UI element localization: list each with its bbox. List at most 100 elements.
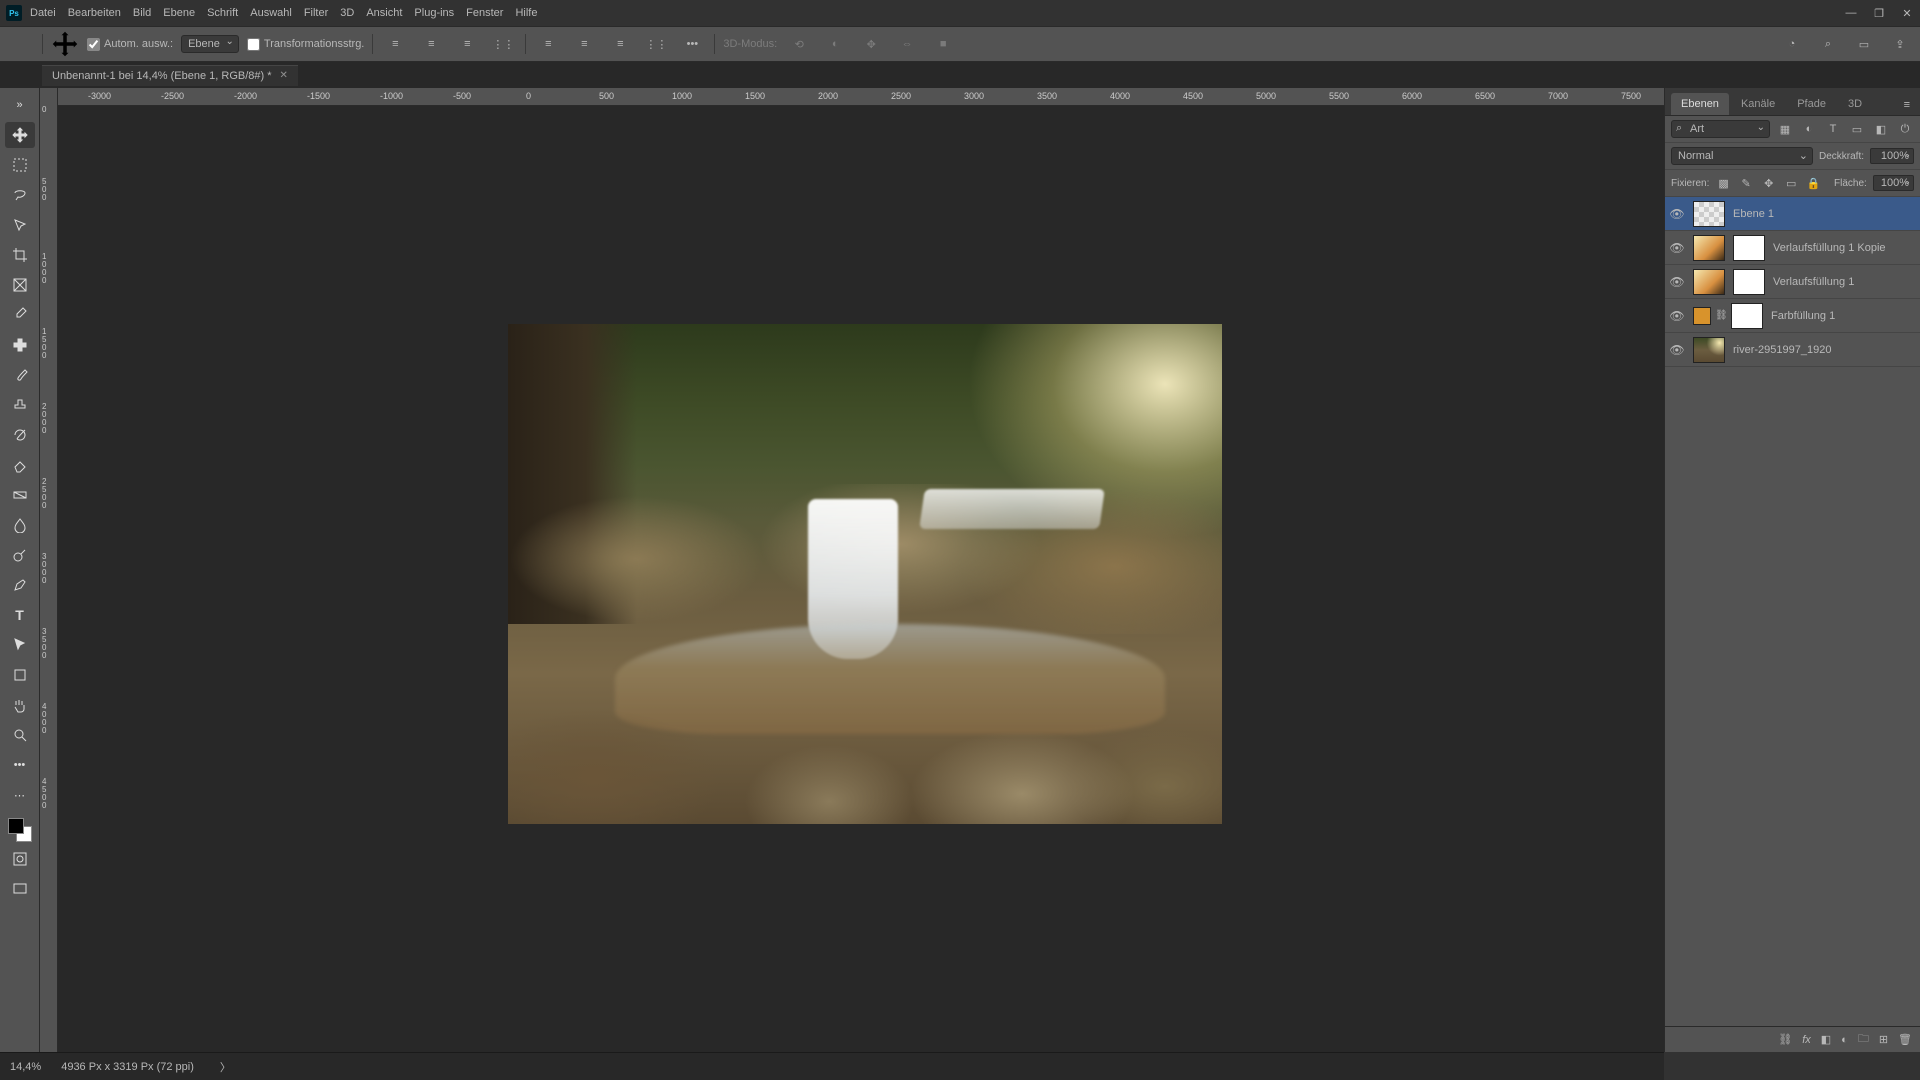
layer-mask-icon[interactable]: ◧ [1821, 1033, 1831, 1046]
layer-style-icon[interactable]: fx [1802, 1034, 1811, 1046]
layer-thumbnail[interactable] [1693, 269, 1725, 295]
vertical-ruler[interactable]: 050010001500200025003000350040004500 [40, 88, 58, 1052]
lock-artboard-icon[interactable]: ▭ [1783, 174, 1800, 192]
align-bottom-icon[interactable]: ≡ [606, 30, 634, 58]
zoom-tool[interactable] [5, 722, 35, 748]
menu-bearbeiten[interactable]: Bearbeiten [68, 7, 121, 19]
adjustment-layer-icon[interactable]: ◐ [1841, 1034, 1848, 1046]
transform-controls-checkbox[interactable]: Transformationsstrg. [247, 38, 364, 51]
layer-thumbnail[interactable] [1693, 235, 1725, 261]
filter-toggle-icon[interactable]: ⏻ [1896, 120, 1914, 138]
crop-tool[interactable] [5, 242, 35, 268]
layer-row[interactable]: 👁⛓Farbfüllung 1 [1665, 299, 1920, 333]
blur-tool[interactable] [5, 512, 35, 538]
menu-filter[interactable]: Filter [304, 7, 328, 19]
layer-thumbnail[interactable] [1693, 337, 1725, 363]
gradient-tool[interactable] [5, 482, 35, 508]
filter-type-icon[interactable]: T [1824, 120, 1842, 138]
fill-input[interactable]: 100% [1873, 175, 1914, 191]
workspace-icon[interactable]: ▭ [1850, 30, 1878, 58]
auto-select-checkbox[interactable]: Autom. ausw.: [87, 38, 173, 51]
lock-all-icon[interactable]: 🔒 [1805, 174, 1822, 192]
layer-mask-thumbnail[interactable] [1733, 269, 1765, 295]
document-info[interactable]: 4936 Px x 3319 Px (72 ppi) [61, 1061, 194, 1073]
edit-toolbar-icon[interactable]: ⋯ [5, 782, 35, 808]
share-icon[interactable]: ⇪ [1886, 30, 1914, 58]
menu-datei[interactable]: Datei [30, 7, 56, 19]
zoom-level[interactable]: 14,4% [10, 1061, 41, 1073]
lock-transparent-icon[interactable]: ▩ [1715, 174, 1732, 192]
home-button[interactable] [6, 30, 34, 58]
delete-layer-icon[interactable]: 🗑 [1898, 1033, 1912, 1046]
document-tab[interactable]: Unbenannt-1 bei 14,4% (Ebene 1, RGB/8#) … [42, 65, 298, 86]
align-center-h-icon[interactable]: ≡ [417, 30, 445, 58]
quick-mask-icon[interactable] [5, 846, 35, 872]
visibility-icon[interactable]: 👁 [1665, 275, 1689, 289]
hand-tool[interactable] [5, 692, 35, 718]
move-tool[interactable] [5, 122, 35, 148]
filter-pixel-icon[interactable]: ▦ [1776, 120, 1794, 138]
tab-ebenen[interactable]: Ebenen [1671, 93, 1729, 115]
horizontal-ruler[interactable]: -3000-2500-2000-1500-1000-50005001000150… [58, 88, 1664, 106]
menu-schrift[interactable]: Schrift [207, 7, 238, 19]
foreground-color[interactable] [8, 818, 24, 834]
menu-plug-ins[interactable]: Plug-ins [414, 7, 454, 19]
distribute-v-icon[interactable]: ⋮⋮ [642, 30, 670, 58]
opacity-input[interactable]: 100% [1870, 148, 1914, 164]
history-brush-tool[interactable] [5, 422, 35, 448]
maximize-button[interactable]: ❐ [1872, 7, 1886, 20]
close-button[interactable]: ✕ [1900, 7, 1914, 20]
visibility-icon[interactable]: 👁 [1665, 343, 1689, 357]
layer-mask-thumbnail[interactable] [1731, 303, 1763, 329]
layer-thumbnail[interactable] [1693, 201, 1725, 227]
distribute-h-icon[interactable]: ⋮⋮ [489, 30, 517, 58]
align-center-v-icon[interactable]: ≡ [570, 30, 598, 58]
move-tool-icon[interactable] [51, 30, 79, 58]
shape-tool[interactable] [5, 662, 35, 688]
layer-filter-select[interactable]: Art [1671, 120, 1770, 138]
heal-tool[interactable] [5, 332, 35, 358]
layer-name[interactable]: river-2951997_1920 [1729, 344, 1914, 356]
menu-fenster[interactable]: Fenster [466, 7, 503, 19]
filter-adjust-icon[interactable]: ◐ [1800, 120, 1818, 138]
more-tools-icon[interactable]: ••• [5, 752, 35, 778]
collapse-tools-icon[interactable]: » [5, 92, 35, 118]
blend-mode-select[interactable]: Normal [1671, 147, 1813, 165]
lock-pixels-icon[interactable]: ✎ [1738, 174, 1755, 192]
menu-3d[interactable]: 3D [340, 7, 354, 19]
quick-select-tool[interactable] [5, 212, 35, 238]
status-menu-icon[interactable]: 〉 [220, 1059, 231, 1075]
screen-mode-icon[interactable] [5, 876, 35, 902]
filter-smart-icon[interactable]: ◧ [1872, 120, 1890, 138]
auto-select-target[interactable]: Ebene [181, 35, 239, 53]
lasso-tool[interactable] [5, 182, 35, 208]
visibility-icon[interactable]: 👁 [1665, 241, 1689, 255]
align-left-icon[interactable]: ≡ [381, 30, 409, 58]
lock-position-icon[interactable]: ✥ [1760, 174, 1777, 192]
more-align-icon[interactable]: ••• [678, 30, 706, 58]
type-tool[interactable]: T [5, 602, 35, 628]
close-tab-icon[interactable]: ✕ [280, 70, 288, 81]
layer-name[interactable]: Farbfüllung 1 [1767, 310, 1914, 322]
search-icon[interactable]: ⌕ [1814, 30, 1842, 58]
layer-row[interactable]: 👁 river-2951997_1920 [1665, 333, 1920, 367]
layer-mask-thumbnail[interactable] [1733, 235, 1765, 261]
layer-name[interactable]: Verlaufsfüllung 1 [1769, 276, 1914, 288]
layer-name[interactable]: Verlaufsfüllung 1 Kopie [1769, 242, 1914, 254]
align-top-icon[interactable]: ≡ [534, 30, 562, 58]
layer-row[interactable]: 👁 Verlaufsfüllung 1 [1665, 265, 1920, 299]
frame-tool[interactable] [5, 272, 35, 298]
link-layers-icon[interactable]: ⛓ [1778, 1033, 1792, 1046]
canvas[interactable] [58, 106, 1664, 1052]
menu-hilfe[interactable]: Hilfe [515, 7, 537, 19]
dodge-tool[interactable] [5, 542, 35, 568]
tab-kanaele[interactable]: Kanäle [1731, 93, 1785, 115]
layer-name[interactable]: Ebene 1 [1729, 208, 1914, 220]
visibility-icon[interactable]: 👁 [1665, 309, 1689, 323]
eraser-tool[interactable] [5, 452, 35, 478]
filter-shape-icon[interactable]: ▭ [1848, 120, 1866, 138]
align-right-icon[interactable]: ≡ [453, 30, 481, 58]
document-image[interactable] [508, 324, 1222, 824]
layer-thumbnail[interactable] [1693, 307, 1711, 325]
menu-auswahl[interactable]: Auswahl [250, 7, 292, 19]
